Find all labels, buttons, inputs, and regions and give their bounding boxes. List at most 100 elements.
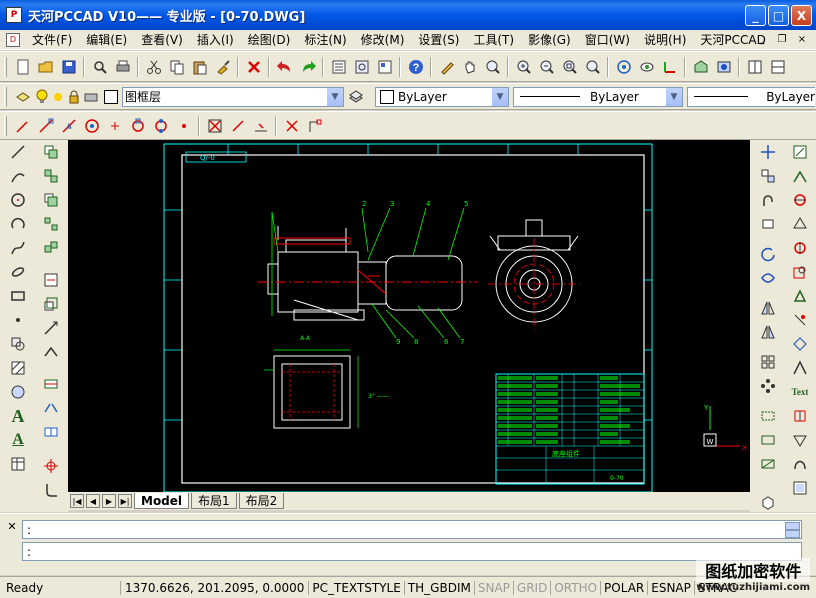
prev-tab-button[interactable]: ◀ [86, 494, 100, 508]
pencil-icon[interactable] [435, 56, 458, 78]
print-icon[interactable] [111, 56, 134, 78]
rectangle-small-icon[interactable] [756, 212, 780, 236]
move-icon[interactable] [756, 140, 780, 164]
mdi-close-button[interactable]: × [794, 32, 810, 46]
rectangle-icon[interactable] [6, 284, 30, 308]
title-bar[interactable]: P 天河PCCAD V10—— 专业版 - [0-70.DWG] _ □ X [0, 0, 816, 30]
close-button[interactable]: X [791, 5, 812, 26]
mirror-right-icon[interactable] [756, 320, 780, 344]
mirror-icon[interactable] [39, 164, 63, 188]
linetype-dropdown[interactable]: ByLayer ▼ [513, 86, 683, 107]
pccad-tool-9-icon[interactable] [788, 332, 812, 356]
menu-settings[interactable]: 设置(S) [412, 31, 467, 48]
status-dimstyle[interactable]: TH_GBDIM [403, 580, 474, 595]
zoom-realtime-icon[interactable] [481, 56, 504, 78]
snap-perpendicular-icon[interactable] [226, 115, 249, 137]
snap-intersection-icon[interactable] [149, 115, 172, 137]
document-icon[interactable]: D [6, 32, 20, 47]
menu-edit[interactable]: 编辑(E) [80, 31, 135, 48]
pccad-tool-3-icon[interactable] [788, 188, 812, 212]
match-properties-icon[interactable] [211, 56, 234, 78]
snap-quadrant-icon[interactable] [126, 115, 149, 137]
stretch-icon[interactable] [39, 316, 63, 340]
pccad-tool-4-icon[interactable] [788, 212, 812, 236]
plot-layer-icon[interactable] [82, 86, 100, 108]
first-tab-button[interactable]: |◀ [70, 494, 84, 508]
scroll-up-button[interactable] [785, 522, 800, 530]
named-views-icon[interactable] [689, 56, 712, 78]
temporary-tracking-icon[interactable] [11, 115, 34, 137]
pan-realtime-icon[interactable] [458, 56, 481, 78]
pccad-tool-8-icon[interactable] [788, 308, 812, 332]
copy-icon[interactable] [165, 56, 188, 78]
text-icon[interactable]: A [6, 428, 30, 452]
status-esnap-toggle[interactable]: ESNAP [647, 580, 694, 595]
command-input[interactable]: : [22, 542, 802, 561]
rotate-icon[interactable] [756, 242, 780, 266]
lightbulb-icon[interactable] [34, 86, 50, 108]
copy-multiple-icon[interactable] [756, 164, 780, 188]
pccad-tool-14-icon[interactable] [788, 476, 812, 500]
snap-insertion-icon[interactable] [203, 115, 226, 137]
tile-horizontal-icon[interactable] [766, 56, 789, 78]
undo-icon[interactable] [273, 56, 296, 78]
redo-icon[interactable] [296, 56, 319, 78]
tile-vertical-icon[interactable] [743, 56, 766, 78]
menu-dimension[interactable]: 标注(N) [298, 31, 354, 48]
mirror-axis-icon[interactable] [756, 266, 780, 290]
table-icon[interactable] [6, 452, 30, 476]
layer-manager-icon[interactable] [11, 86, 34, 108]
pccad-tool-7-icon[interactable] [788, 284, 812, 308]
layer-dropdown[interactable]: 图框层 ▼ [122, 86, 344, 107]
pccad-tool-12-icon[interactable] [788, 428, 812, 452]
polar-array-icon[interactable] [756, 374, 780, 398]
tab-model[interactable]: Model [134, 493, 190, 509]
polyline-icon[interactable] [6, 164, 30, 188]
lineweight-dropdown[interactable]: ByLayer [687, 86, 815, 107]
ucs-icon[interactable] [658, 56, 681, 78]
rotate-arc-icon[interactable] [756, 188, 780, 212]
toolbar-grip[interactable] [4, 86, 7, 107]
menu-insert[interactable]: 插入(I) [191, 31, 242, 48]
align-icon[interactable] [39, 268, 63, 292]
mdi-minimize-button[interactable]: _ [754, 32, 770, 46]
snap-none-icon[interactable] [280, 115, 303, 137]
copy-object-icon[interactable] [39, 140, 63, 164]
cut-icon[interactable] [142, 56, 165, 78]
coordinates-readout[interactable]: 1370.6626, 201.2095, 0.0000 [120, 580, 308, 595]
mdi-restore-button[interactable]: ❐ [774, 32, 790, 46]
snap-extension-icon[interactable] [172, 115, 195, 137]
snap-node-icon[interactable] [103, 115, 126, 137]
last-tab-button[interactable]: ▶| [118, 494, 132, 508]
zoom-out-icon[interactable] [535, 56, 558, 78]
make-object-layer-current-icon[interactable] [344, 86, 367, 108]
maximize-button[interactable]: □ [768, 5, 789, 26]
pccad-tool-13-icon[interactable] [788, 452, 812, 476]
region-icon[interactable] [6, 380, 30, 404]
pccad-tool-5-icon[interactable] [788, 236, 812, 260]
print-preview-icon[interactable] [88, 56, 111, 78]
pccad-tool-10-icon[interactable] [788, 356, 812, 380]
chevron-down-icon[interactable]: ▼ [326, 87, 343, 106]
menu-draw[interactable]: 绘图(D) [242, 31, 299, 48]
move-object-icon[interactable] [39, 236, 63, 260]
tab-layout2[interactable]: 布局2 [238, 493, 285, 509]
snap-settings-icon[interactable] [303, 115, 326, 137]
menu-image[interactable]: 影像(G) [522, 31, 579, 48]
scale-icon[interactable] [39, 292, 63, 316]
paste-icon[interactable] [188, 56, 211, 78]
snap-center-icon[interactable] [80, 115, 103, 137]
snap-tangent-icon[interactable] [249, 115, 272, 137]
chevron-down-icon[interactable]: ▼ [491, 87, 508, 106]
window-crossing-icon[interactable] [756, 452, 780, 476]
pccad-tool-11-icon[interactable] [788, 404, 812, 428]
arc-icon[interactable] [6, 212, 30, 236]
properties-icon[interactable] [327, 56, 350, 78]
explode-icon[interactable] [39, 454, 63, 478]
status-textstyle[interactable]: PC_TEXTSTYLE [308, 580, 403, 595]
zoom-window-icon[interactable] [558, 56, 581, 78]
chevron-down-icon[interactable]: ▼ [665, 87, 682, 106]
tab-layout1[interactable]: 布局1 [191, 493, 237, 509]
hatch-icon[interactable] [6, 356, 30, 380]
mtext-icon[interactable]: A [6, 404, 30, 428]
